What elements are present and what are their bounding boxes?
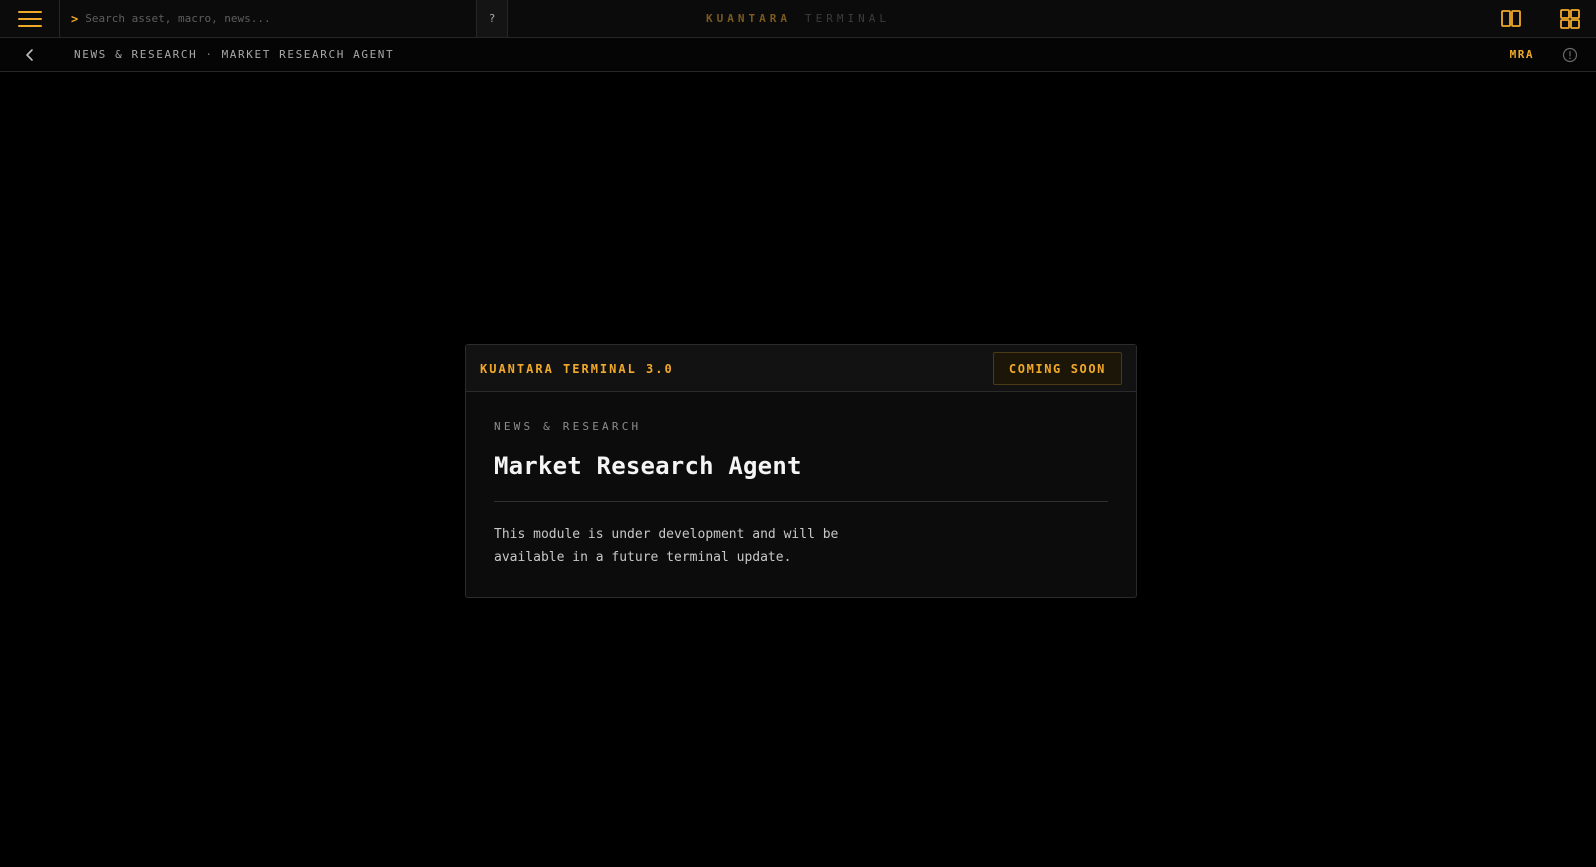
module-title: Market Research Agent [494, 452, 802, 480]
hamburger-menu-icon[interactable] [0, 0, 60, 37]
coming-soon-card: KUANTARA TERMINAL 3.0 COMING SOON NEWS &… [465, 344, 1137, 598]
brand-secondary: TERMINAL [805, 12, 890, 25]
breadcrumb-bar: NEWS & RESEARCH · MARKET RESEARCH AGENT … [0, 38, 1596, 72]
search-box[interactable]: > [61, 0, 476, 37]
brand-primary: KUANTARA [706, 12, 791, 25]
breadcrumb: NEWS & RESEARCH · MARKET RESEARCH AGENT [74, 38, 394, 71]
card-header: KUANTARA TERMINAL 3.0 COMING SOON [466, 345, 1136, 392]
module-description: This module is under development and wil… [494, 527, 839, 565]
grid-layout-icon[interactable] [1559, 8, 1581, 30]
info-circle-icon[interactable] [1562, 47, 1578, 63]
search-input[interactable] [85, 12, 446, 25]
module-category: NEWS & RESEARCH [494, 420, 642, 433]
breadcrumb-page: MARKET RESEARCH AGENT [221, 48, 395, 61]
split-columns-icon[interactable] [1500, 8, 1522, 30]
help-button[interactable]: ? [476, 0, 508, 37]
card-title: KUANTARA TERMINAL 3.0 [480, 361, 674, 376]
card-body: NEWS & RESEARCH Market Research Agent Th… [494, 392, 1108, 569]
breadcrumb-section[interactable]: NEWS & RESEARCH [74, 48, 197, 61]
divider [494, 501, 1108, 502]
breadcrumb-separator: · [205, 48, 214, 61]
top-bar: > ? KUANTARA TERMINAL [0, 0, 1596, 38]
module-code: MRA [1509, 48, 1534, 61]
status-badge: COMING SOON [992, 352, 1122, 385]
chevron-left-icon[interactable] [20, 46, 40, 64]
search-prompt: > [71, 11, 79, 26]
